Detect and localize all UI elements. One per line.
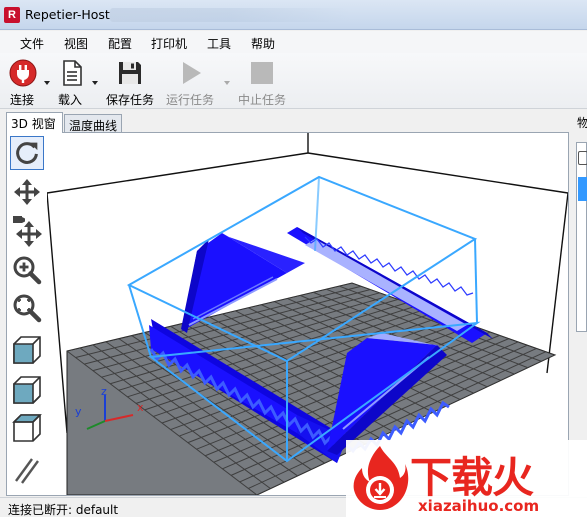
connection-status: 连接已断开: default (8, 503, 119, 517)
menu-bar: 文件 视图 配置 打印机 工具 帮助 (0, 31, 587, 53)
save-job-button[interactable]: 保存任务 (104, 57, 158, 107)
menu-tools[interactable]: 工具 (207, 35, 231, 52)
document-icon (63, 60, 82, 86)
power-plug-icon (9, 59, 37, 87)
window-title: Repetier-Host (25, 7, 110, 22)
right-panel-tab[interactable]: 物 (577, 114, 587, 131)
stop-job-button[interactable]: 中止任务 (236, 57, 290, 107)
run-job-label: 运行任务 (166, 93, 215, 107)
title-blur (110, 8, 350, 22)
parallel-lines-icon[interactable] (10, 453, 44, 487)
run-job-button[interactable]: 运行任务 (164, 57, 230, 107)
top-view-icon[interactable] (10, 411, 44, 445)
right-panel: 物 (571, 112, 587, 496)
move-object-icon[interactable] (10, 213, 44, 247)
tab-temperature-curve[interactable]: 温度曲线 (64, 114, 122, 133)
object-list[interactable] (576, 142, 587, 332)
view-tool-column (7, 133, 47, 495)
watermark-url: xiazaihuo.com (418, 497, 540, 515)
load-label: 载入 (58, 93, 83, 107)
toolbar: 连接 载入 保存任务 运行任务 中止任务 (0, 53, 587, 109)
connect-label: 连接 (10, 93, 35, 107)
move-icon[interactable] (10, 175, 44, 209)
flame-logo-icon (353, 446, 409, 510)
axis-label-y: y (75, 405, 82, 418)
play-icon (183, 62, 201, 84)
connect-dropdown-arrow[interactable] (44, 81, 50, 85)
app-window: R Repetier-Host 文件 视图 配置 打印机 工具 帮助 连接 载入… (0, 0, 587, 517)
connect-button[interactable]: 连接 (6, 57, 50, 107)
load-dropdown-arrow[interactable] (92, 81, 98, 85)
axis-label-x: x (137, 401, 144, 414)
save-job-label: 保存任务 (106, 93, 155, 107)
title-bar: R Repetier-Host (0, 0, 587, 30)
object-checkbox[interactable] (578, 151, 587, 165)
menu-config[interactable]: 配置 (108, 35, 132, 52)
stop-job-label: 中止任务 (238, 93, 287, 107)
watermark: 下载火 xiazaihuo.com (346, 440, 587, 517)
iso-view-icon[interactable] (10, 333, 44, 367)
stop-icon (251, 62, 273, 84)
zoom-icon[interactable] (10, 253, 44, 287)
watermark-chinese: 下载火 (410, 453, 534, 502)
axis-label-z: z (101, 385, 107, 398)
fit-view-icon[interactable] (10, 291, 44, 325)
rotate-icon[interactable] (10, 136, 44, 170)
front-view-icon[interactable] (10, 373, 44, 407)
object-list-selected-row[interactable] (578, 177, 587, 201)
menu-view[interactable]: 视图 (64, 35, 88, 52)
menu-file[interactable]: 文件 (20, 35, 44, 52)
app-logo-icon: R (4, 7, 20, 23)
menu-printer[interactable]: 打印机 (151, 35, 187, 52)
menu-help[interactable]: 帮助 (251, 35, 275, 52)
tab-3d-view[interactable]: 3D 视窗 (6, 112, 63, 133)
floppy-disk-icon (119, 62, 141, 84)
run-job-dropdown-arrow[interactable] (224, 81, 230, 85)
load-button[interactable]: 载入 (56, 57, 100, 107)
